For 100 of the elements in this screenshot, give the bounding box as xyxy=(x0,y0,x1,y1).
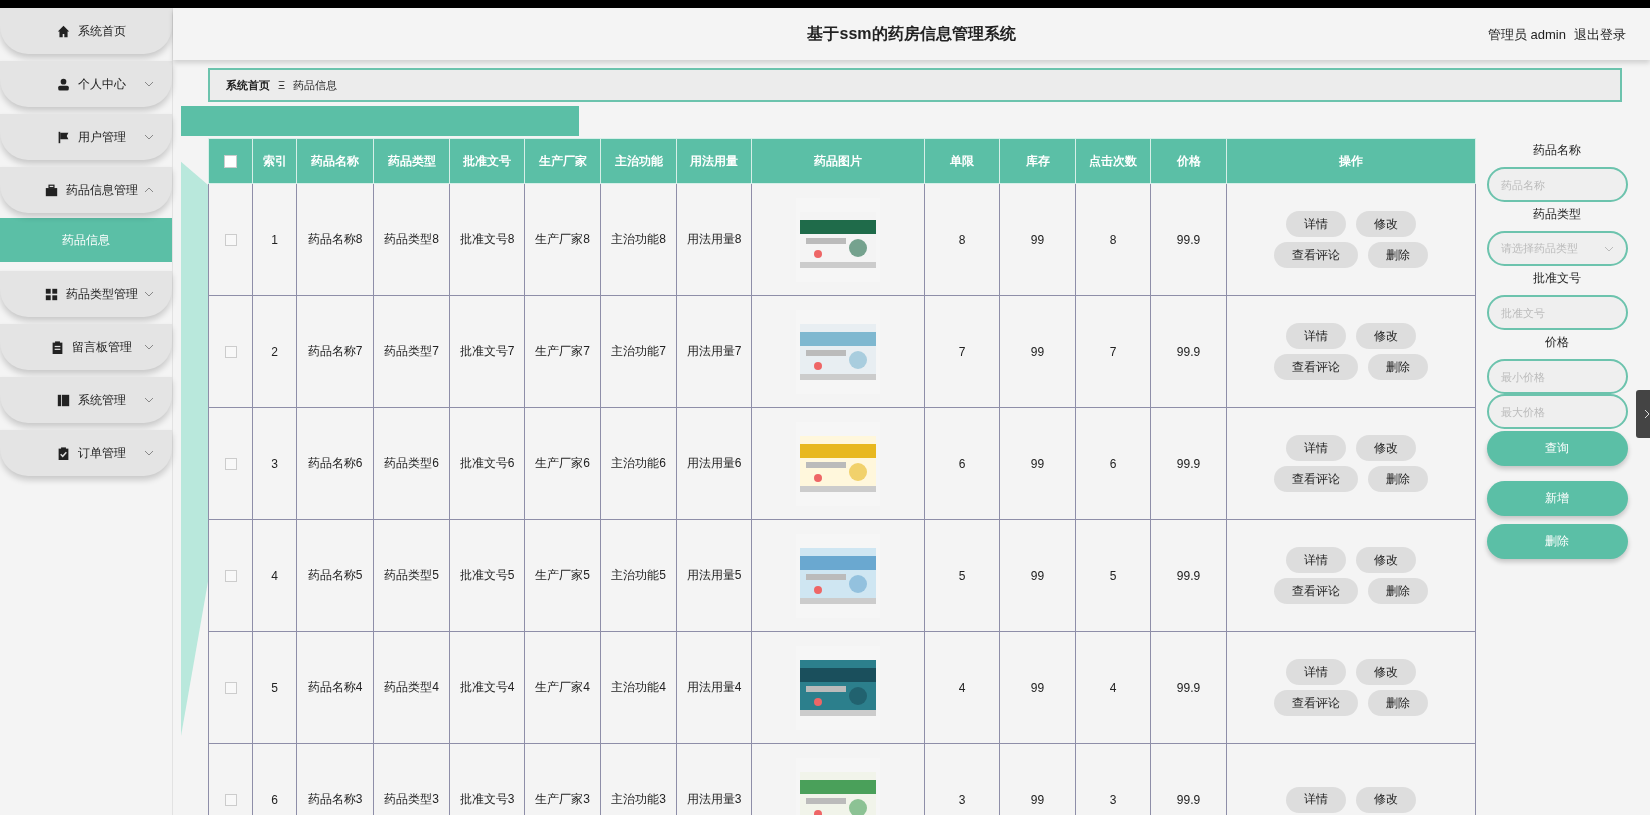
table-cell: 7 xyxy=(924,295,1000,408)
action-button[interactable]: 修改 xyxy=(1356,211,1416,237)
table-cell: 生产厂家5 xyxy=(524,519,601,632)
table-cell: 7 xyxy=(1075,295,1151,408)
table-cell: 生产厂家4 xyxy=(524,631,601,744)
checkbox[interactable] xyxy=(224,794,237,807)
table-cell: 批准文号4 xyxy=(449,631,525,744)
briefcase-icon xyxy=(44,183,58,197)
column-header: 库存 xyxy=(999,138,1076,184)
table-cell: 药品名称4 xyxy=(296,631,374,744)
checkbox[interactable] xyxy=(224,458,237,471)
action-button[interactable]: 查看评论 xyxy=(1274,690,1358,716)
menu-item[interactable]: 系统首页 xyxy=(0,8,172,54)
table-cell: 主治功能5 xyxy=(600,519,677,632)
menu-item[interactable]: 订单管理 xyxy=(0,430,172,476)
home-icon xyxy=(56,24,70,38)
checkbox[interactable] xyxy=(224,570,237,583)
action-button[interactable]: 查看评论 xyxy=(1274,242,1358,268)
action-button[interactable]: 删除 xyxy=(1368,242,1428,268)
action-button[interactable]: 详情 xyxy=(1286,435,1346,461)
table-cell: 药品类型5 xyxy=(373,519,450,632)
action-button[interactable]: 查看评论 xyxy=(1274,578,1358,604)
table-cell: 生产厂家8 xyxy=(524,183,601,296)
field-label: 批准文号 xyxy=(1533,270,1581,287)
action-button[interactable]: 详情 xyxy=(1286,786,1346,813)
table-cell: 99.9 xyxy=(1150,407,1227,520)
table-cell: 5 xyxy=(252,631,297,744)
table-cell: 99 xyxy=(999,295,1076,408)
table-cell: 4 xyxy=(252,519,297,632)
table-cell: 3 xyxy=(252,407,297,520)
chevron-icon xyxy=(144,397,154,403)
table-cell: 用法用量6 xyxy=(676,407,752,520)
checkbox[interactable] xyxy=(224,234,237,247)
menu-item[interactable]: 系统管理 xyxy=(0,377,172,423)
chevron-icon xyxy=(144,81,154,87)
action-button[interactable]: 详情 xyxy=(1286,547,1346,573)
table-cell: 批准文号8 xyxy=(449,183,525,296)
action-button[interactable]: 详情 xyxy=(1286,659,1346,685)
column-header: 索引 xyxy=(252,138,297,184)
action-button[interactable]: 修改 xyxy=(1356,786,1416,813)
table-cell: 用法用量4 xyxy=(676,631,752,744)
table-cell: 4 xyxy=(1075,631,1151,744)
table-cell: 6 xyxy=(924,407,1000,520)
table-cell: 主治功能8 xyxy=(600,183,677,296)
app-title: 基于ssm的药房信息管理系统 xyxy=(807,23,1016,44)
logout-link[interactable]: 退出登录 xyxy=(1574,26,1626,44)
field-label: 价格 xyxy=(1545,334,1569,351)
breadcrumb-item[interactable]: 药品信息 xyxy=(293,77,338,93)
action-button[interactable]: 详情 xyxy=(1286,323,1346,349)
table-cell: 主治功能7 xyxy=(600,295,677,408)
field-label: 药品类型 xyxy=(1533,206,1581,223)
action-button[interactable]: 删除 xyxy=(1368,466,1428,492)
action-button[interactable]: 详情 xyxy=(1286,211,1346,237)
column-header: 点击次数 xyxy=(1075,138,1151,184)
person-icon xyxy=(56,77,70,91)
column-header: 价格 xyxy=(1150,138,1227,184)
table-cell: 99.9 xyxy=(1150,631,1227,744)
action-button[interactable]: 修改 xyxy=(1356,547,1416,573)
side-tab[interactable] xyxy=(1636,390,1650,438)
checkbox[interactable] xyxy=(224,682,237,695)
menu-item[interactable]: 药品信息管理 xyxy=(0,167,172,213)
chevron-icon xyxy=(144,134,154,140)
action-button[interactable]: 修改 xyxy=(1356,659,1416,685)
action-button[interactable]: 查看评论 xyxy=(1274,354,1358,380)
action-button[interactable]: 删除 xyxy=(1368,578,1428,604)
chevron-icon xyxy=(1644,409,1650,419)
action-button[interactable]: 修改 xyxy=(1356,435,1416,461)
chevron-icon xyxy=(144,291,154,297)
table-cell: 批准文号5 xyxy=(449,519,525,632)
action-button[interactable]: 删除 xyxy=(1368,354,1428,380)
table-cell: 药品名称6 xyxy=(296,407,374,520)
menu-item[interactable]: 个人中心 xyxy=(0,61,172,107)
table-cell: 药品名称8 xyxy=(296,183,374,296)
action-button[interactable]: 修改 xyxy=(1356,323,1416,349)
clipboard-check-icon xyxy=(56,446,70,460)
table-cell: 主治功能6 xyxy=(600,407,677,520)
table-cell: 药品类型7 xyxy=(373,295,450,408)
breadcrumb-item[interactable]: 系统首页 xyxy=(226,77,270,93)
table-cell: 2 xyxy=(252,295,297,408)
table-cell: 药品名称5 xyxy=(296,519,374,632)
action-button[interactable]: 查看评论 xyxy=(1274,466,1358,492)
menu-item[interactable]: 用户管理 xyxy=(0,114,172,160)
menu-item[interactable]: 药品类型管理 xyxy=(0,271,172,317)
table-cell: 8 xyxy=(924,183,1000,296)
field-label: 药品名称 xyxy=(1533,142,1581,159)
table-cell: 99 xyxy=(999,519,1076,632)
checkbox[interactable] xyxy=(224,155,237,169)
table-cell: 5 xyxy=(924,519,1000,632)
action-button[interactable]: 删除 xyxy=(1368,690,1428,716)
table-cell: 用法用量7 xyxy=(676,295,752,408)
table-cell: 药品类型6 xyxy=(373,407,450,520)
column-header: 生产厂家 xyxy=(524,138,601,184)
chevron-icon xyxy=(144,344,154,350)
column-header: 批准文号 xyxy=(449,138,525,184)
table-cell: 主治功能4 xyxy=(600,631,677,744)
menu-item[interactable]: 留言板管理 xyxy=(0,324,172,370)
column-header: 操作 xyxy=(1226,138,1476,184)
chevron-icon xyxy=(1603,245,1614,252)
checkbox[interactable] xyxy=(224,346,237,359)
table-cell: 99 xyxy=(999,183,1076,296)
